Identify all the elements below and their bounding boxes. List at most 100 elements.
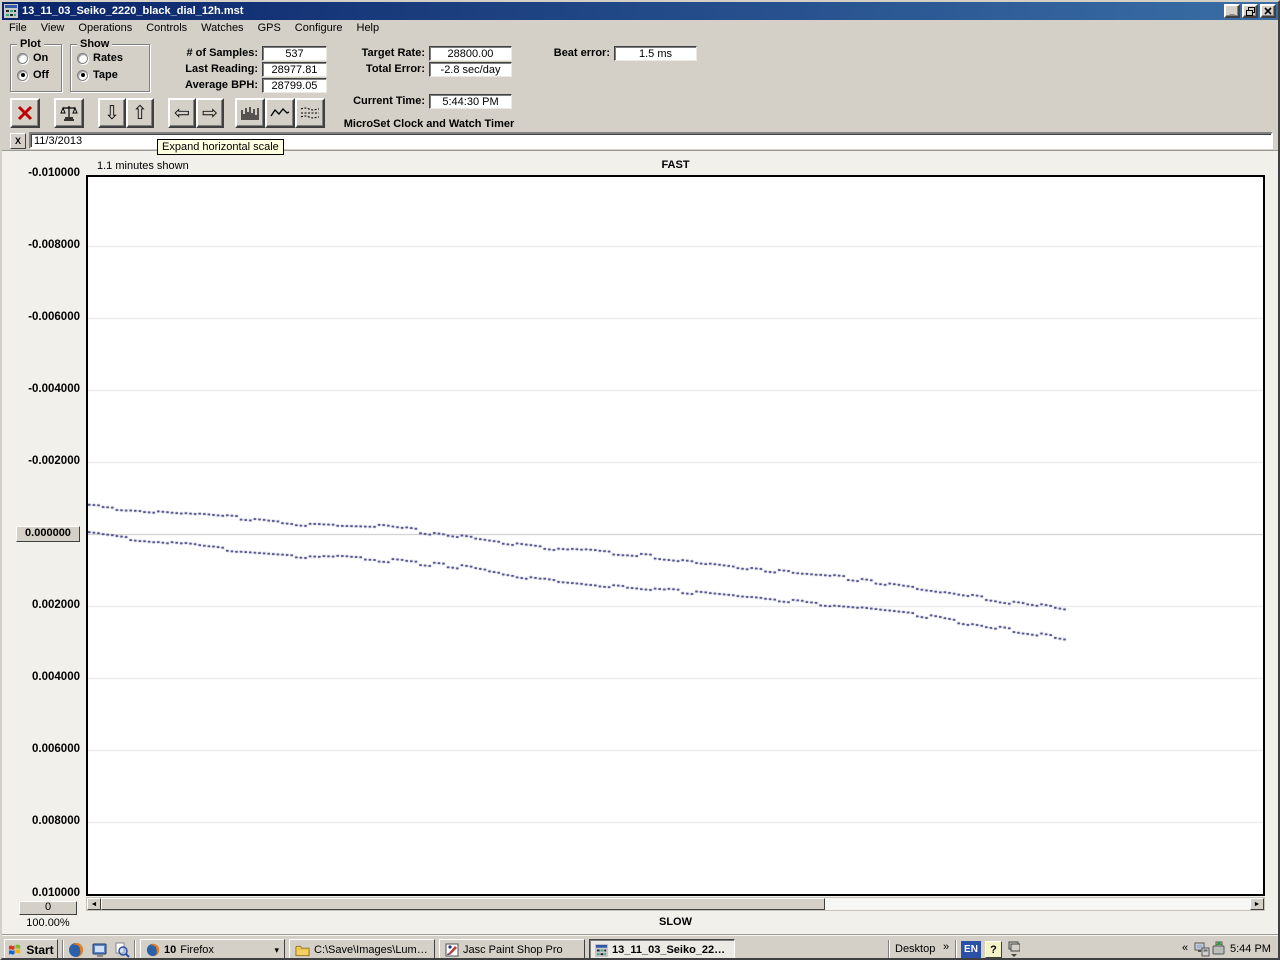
target-rate-label: Target Rate: [342,47,425,59]
firefox-icon [146,943,160,957]
radio-icon[interactable] [17,53,28,64]
zero-reference-button[interactable]: 0.000000 [16,526,80,542]
toolbar-options-icon[interactable] [1008,941,1020,957]
group-count: 10 [164,944,176,956]
y-axis-tick-label: 0.002000 [2,599,80,611]
zigzag-line-icon [270,105,290,121]
scrollbar-right-icon[interactable]: ► [1250,898,1264,910]
slow-label: SLOW [86,916,1265,928]
desktop-toolbar[interactable]: Desktop [895,943,935,955]
fast-label: FAST [86,159,1265,171]
network-tray-icon[interactable] [1194,941,1210,957]
menu-item-controls[interactable]: Controls [139,21,194,35]
show-tape-option[interactable]: Tape [77,69,149,81]
taskbar-divider [955,940,957,960]
remove-hardware-tray-icon[interactable] [1211,941,1227,957]
scrollbar-thumb[interactable] [101,898,825,910]
show-group-label: Show [77,38,112,50]
histogram-icon [240,104,260,122]
target-rate-value: 28800.00 [429,46,512,61]
offset-button[interactable]: 0 [19,901,77,915]
window-title: 13_11_03_Seiko_2220_black_dial_12h.mst [22,5,1222,17]
right-arrow-icon: ⇨ [202,104,218,123]
radio-selected-icon[interactable] [77,70,88,81]
task-button-microset[interactable]: 13_11_03_Seiko_222... [589,939,735,960]
balance-scale-icon [59,104,79,122]
radio-icon[interactable] [77,53,88,64]
y-axis-tick-label: 0.010000 [2,887,80,899]
menu-bar: FileViewOperationsControlsWatchesGPSConf… [2,20,1278,36]
radio-selected-icon[interactable] [17,70,28,81]
menu-item-gps[interactable]: GPS [251,21,288,35]
scroll-up-button[interactable]: ⇧ [126,98,154,128]
plot-on-option[interactable]: On [17,52,61,64]
beat-error-label: Beat error: [547,47,610,59]
taskbar-divider [62,940,64,960]
menu-item-help[interactable]: Help [350,21,387,35]
tray-clock[interactable]: 5:44 PM [1230,943,1271,955]
rate-view-button[interactable] [265,98,295,128]
last-reading-label: Last Reading: [152,63,258,75]
app-icon [4,4,18,18]
language-indicator[interactable]: EN [961,941,981,958]
restore-button[interactable] [1242,4,1258,18]
close-button[interactable] [1260,4,1276,18]
microset-app-icon [595,944,608,957]
application-window: 13_11_03_Seiko_2220_black_dial_12h.mst _… [0,0,1280,960]
task-button-explorer[interactable]: C:\Save\Images\Lumix\1... [289,939,435,960]
current-time-label: Current Time: [337,95,425,107]
taskbar-divider [134,940,136,960]
taskbar-divider [888,940,890,960]
y-axis-tick-label: -0.004000 [2,383,80,395]
chevron-down-icon: ▾ [274,945,279,956]
task-button-paintshop[interactable]: Jasc Paint Shop Pro [439,939,585,960]
tape-lines-icon [300,105,320,121]
title-bar: 13_11_03_Seiko_2220_black_dial_12h.mst _ [2,2,1278,20]
clear-date-button[interactable]: X [10,133,26,149]
samples-value: 537 [262,46,327,61]
zoom-percentage: 100.00% [12,917,84,929]
minimize-button[interactable]: _ [1224,4,1240,18]
scroll-left-button[interactable]: ⇦ [168,98,196,128]
menu-item-view[interactable]: View [34,21,72,35]
balance-button[interactable] [54,98,84,128]
current-time-value: 5:44:30 PM [429,94,512,109]
start-button[interactable]: Start [4,939,58,960]
menu-item-configure[interactable]: Configure [288,21,350,35]
plot-off-option[interactable]: Off [17,69,61,81]
search-icon[interactable] [114,942,130,958]
y-axis-tick-label: 0.008000 [2,815,80,827]
horizontal-scrollbar[interactable]: ◄ ► [86,897,1265,911]
beat-error-value: 1.5 ms [614,46,697,61]
scroll-down-button[interactable]: ⇩ [98,98,126,128]
firefox-quicklaunch-icon[interactable] [68,942,84,958]
taskbar: Start 10 Firefox ▾ C:\Save\Images\Lumix\… [2,935,1280,960]
scrollbar-left-icon[interactable]: ◄ [87,898,101,910]
task-button-firefox-group[interactable]: 10 Firefox ▾ [140,939,285,960]
delete-sample-button[interactable] [10,98,40,128]
tape-plot[interactable] [88,177,1263,894]
show-desktop-icon[interactable] [92,942,108,958]
show-rates-option[interactable]: Rates [77,52,149,64]
y-axis-tick-label: -0.006000 [2,311,80,323]
histogram-view-button[interactable] [235,98,265,128]
y-axis-tick-label: 0.006000 [2,743,80,755]
windows-flag-icon [8,943,23,957]
left-arrow-icon: ⇦ [174,104,190,123]
app-caption: MicroSet Clock and Watch Timer [340,118,518,130]
menu-item-file[interactable]: File [2,21,34,35]
folder-icon [295,944,310,957]
tape-view-button[interactable] [295,98,325,128]
help-icon[interactable]: ? [985,941,1002,958]
paintshop-icon [445,943,459,957]
tooltip: Expand horizontal scale [157,139,284,155]
tray-chevron-icon[interactable]: « [1182,942,1188,954]
y-axis-tick-label: -0.002000 [2,455,80,467]
plot-region: 1.1 minutes shown FAST ◄ ► 0 100.00% SLO… [2,150,1280,935]
total-error-label: Total Error: [342,63,425,75]
chevron-right-icon[interactable]: » [943,941,949,953]
scroll-right-button[interactable]: ⇨ [196,98,224,128]
menu-item-watches[interactable]: Watches [194,21,250,35]
plot-group-label: Plot [17,38,44,50]
menu-item-operations[interactable]: Operations [71,21,139,35]
